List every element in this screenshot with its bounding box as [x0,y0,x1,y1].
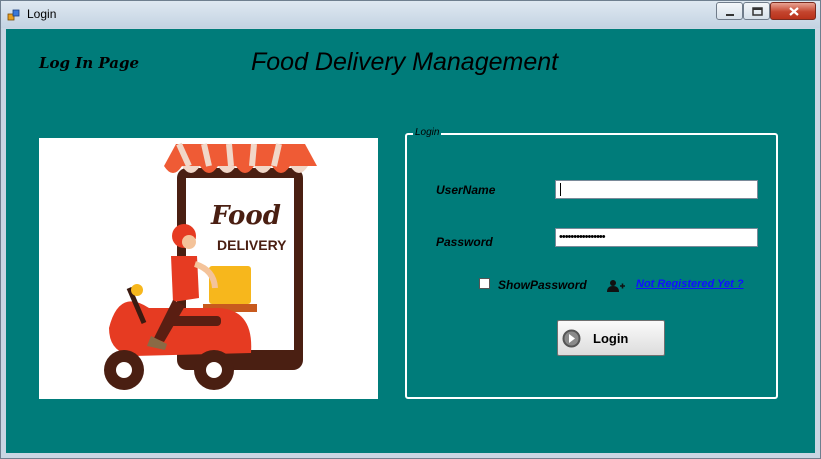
login-button-label: Login [593,331,629,346]
close-icon [789,7,799,16]
show-password-label[interactable]: ShowPassword [498,278,587,292]
minimize-icon [726,14,734,16]
login-window: Login Log In Page Food Delivery Manageme… [0,0,821,459]
app-icon [7,9,20,21]
title-bar[interactable]: Login [1,1,820,28]
login-group-title: Login [413,127,442,138]
text-caret [560,183,561,196]
close-button[interactable] [770,2,816,20]
minimize-button[interactable] [716,2,743,20]
login-button[interactable]: Login [557,320,665,356]
username-input[interactable] [555,180,758,199]
window-title: Login [27,7,57,21]
logo-delivery-text: DELIVERY [217,237,287,253]
password-label: Password [436,235,493,249]
register-link[interactable]: Not Registered Yet ? [636,278,744,290]
show-password-checkbox[interactable] [479,278,490,289]
password-input[interactable]: •••••••••••••••• [555,228,758,247]
maximize-icon [752,7,763,16]
app-title: Food Delivery Management [251,48,559,76]
logo-food-text: Food [210,201,281,231]
login-groupbox: Login UserName Password ••••••••••••••••… [405,127,778,399]
delivery-scooter-image: Food DELIVERY [104,142,317,390]
username-label: UserName [436,183,496,197]
page-label: Log In Page [39,54,140,72]
user-add-icon [607,280,625,292]
form-client-area: Log In Page Food Delivery Management Foo… [6,29,815,453]
delivery-illustration: Food DELIVERY [39,138,378,399]
arrow-right-icon [562,329,581,348]
maximize-button[interactable] [743,2,770,20]
